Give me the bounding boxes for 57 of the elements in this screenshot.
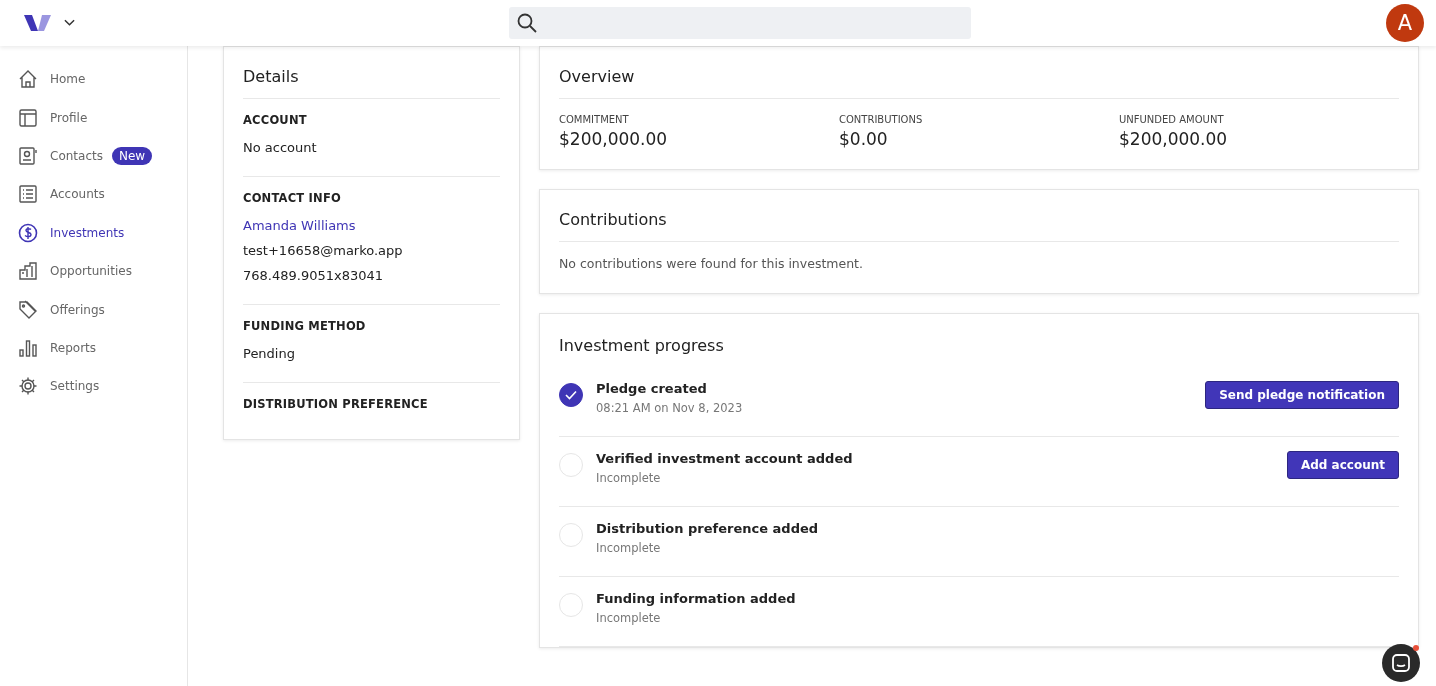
- step-action-button[interactable]: Add account: [1286, 451, 1399, 479]
- notification-dot: [1413, 645, 1419, 651]
- card-title: Contributions: [559, 190, 1399, 242]
- dollar-circle-icon: [18, 222, 38, 243]
- step-title: Pledge created: [596, 381, 708, 396]
- sidebar-item[interactable]: Investments: [0, 213, 187, 252]
- tag-icon: [18, 299, 38, 320]
- sidebar-item[interactable]: Settings: [0, 367, 187, 406]
- section-heading: FUNDING METHOD: [243, 319, 367, 333]
- step-title: Funding information added: [596, 591, 797, 606]
- chevron-down-icon[interactable]: [64, 19, 75, 27]
- chat-icon: [1391, 653, 1411, 673]
- layout-icon: [18, 107, 38, 128]
- section-heading: ACCOUNT: [243, 113, 308, 127]
- bar-chart-icon: [18, 337, 38, 358]
- logo-icon[interactable]: [24, 13, 52, 33]
- metric-label: UNFUNDED AMOUNT: [1119, 114, 1225, 125]
- new-badge: New: [111, 146, 153, 165]
- field-value: Pending: [243, 345, 296, 363]
- sidebar-item[interactable]: Accounts: [0, 175, 187, 214]
- field-value: test+16658@marko.app: [243, 242, 404, 260]
- card-title: Investment progress: [559, 335, 725, 357]
- step-title: Distribution preference added: [596, 521, 820, 536]
- sidebar-item[interactable]: Home: [0, 60, 187, 99]
- settings-icon: [18, 376, 38, 397]
- metric-label: CONTRIBUTIONS: [839, 114, 924, 125]
- step-status: Incomplete: [596, 611, 662, 625]
- metric-value: $200,000.00: [559, 129, 669, 149]
- sidebar-item[interactable]: Offerings: [0, 290, 187, 329]
- sidebar-item[interactable]: Opportunities: [0, 251, 187, 291]
- contact-card-icon: [18, 145, 38, 166]
- sidebar-item[interactable]: Reports: [0, 328, 187, 368]
- field-value: No account: [243, 139, 318, 157]
- step-status: Incomplete: [596, 541, 662, 555]
- sidebar-item[interactable]: Profile: [0, 98, 187, 137]
- field-value: 768.489.9051x83041: [243, 267, 385, 285]
- step-status: Incomplete: [596, 471, 662, 485]
- buildings-icon: [18, 261, 38, 282]
- metric-value: $200,000.00: [1119, 129, 1229, 149]
- user-avatar[interactable]: A: [1386, 4, 1424, 42]
- section-heading: CONTACT INFO: [243, 191, 342, 205]
- contact-link[interactable]: Amanda Williams: [243, 213, 500, 238]
- metric-value: $0.00: [839, 129, 889, 149]
- empty-message: No contributions were found for this investment.: [559, 255, 864, 273]
- metric-label: COMMITMENT: [559, 114, 630, 125]
- search-field[interactable]: [509, 7, 971, 39]
- sidebar-item[interactable]: Contacts New: [0, 136, 187, 176]
- step-action-button[interactable]: Send pledge notification: [1205, 381, 1399, 409]
- section-heading: DISTRIBUTION PREFERENCE: [243, 397, 429, 411]
- card-title: Details: [243, 47, 500, 99]
- card-title: Overview: [559, 47, 1399, 99]
- step-status: 08:21 AM on Nov 8, 2023: [596, 401, 744, 415]
- search-icon: [517, 13, 537, 33]
- chat-launcher-button[interactable]: [1382, 644, 1420, 682]
- list-icon: [18, 184, 38, 205]
- step-title: Verified investment account added: [596, 451, 854, 466]
- house-icon: [18, 69, 38, 90]
